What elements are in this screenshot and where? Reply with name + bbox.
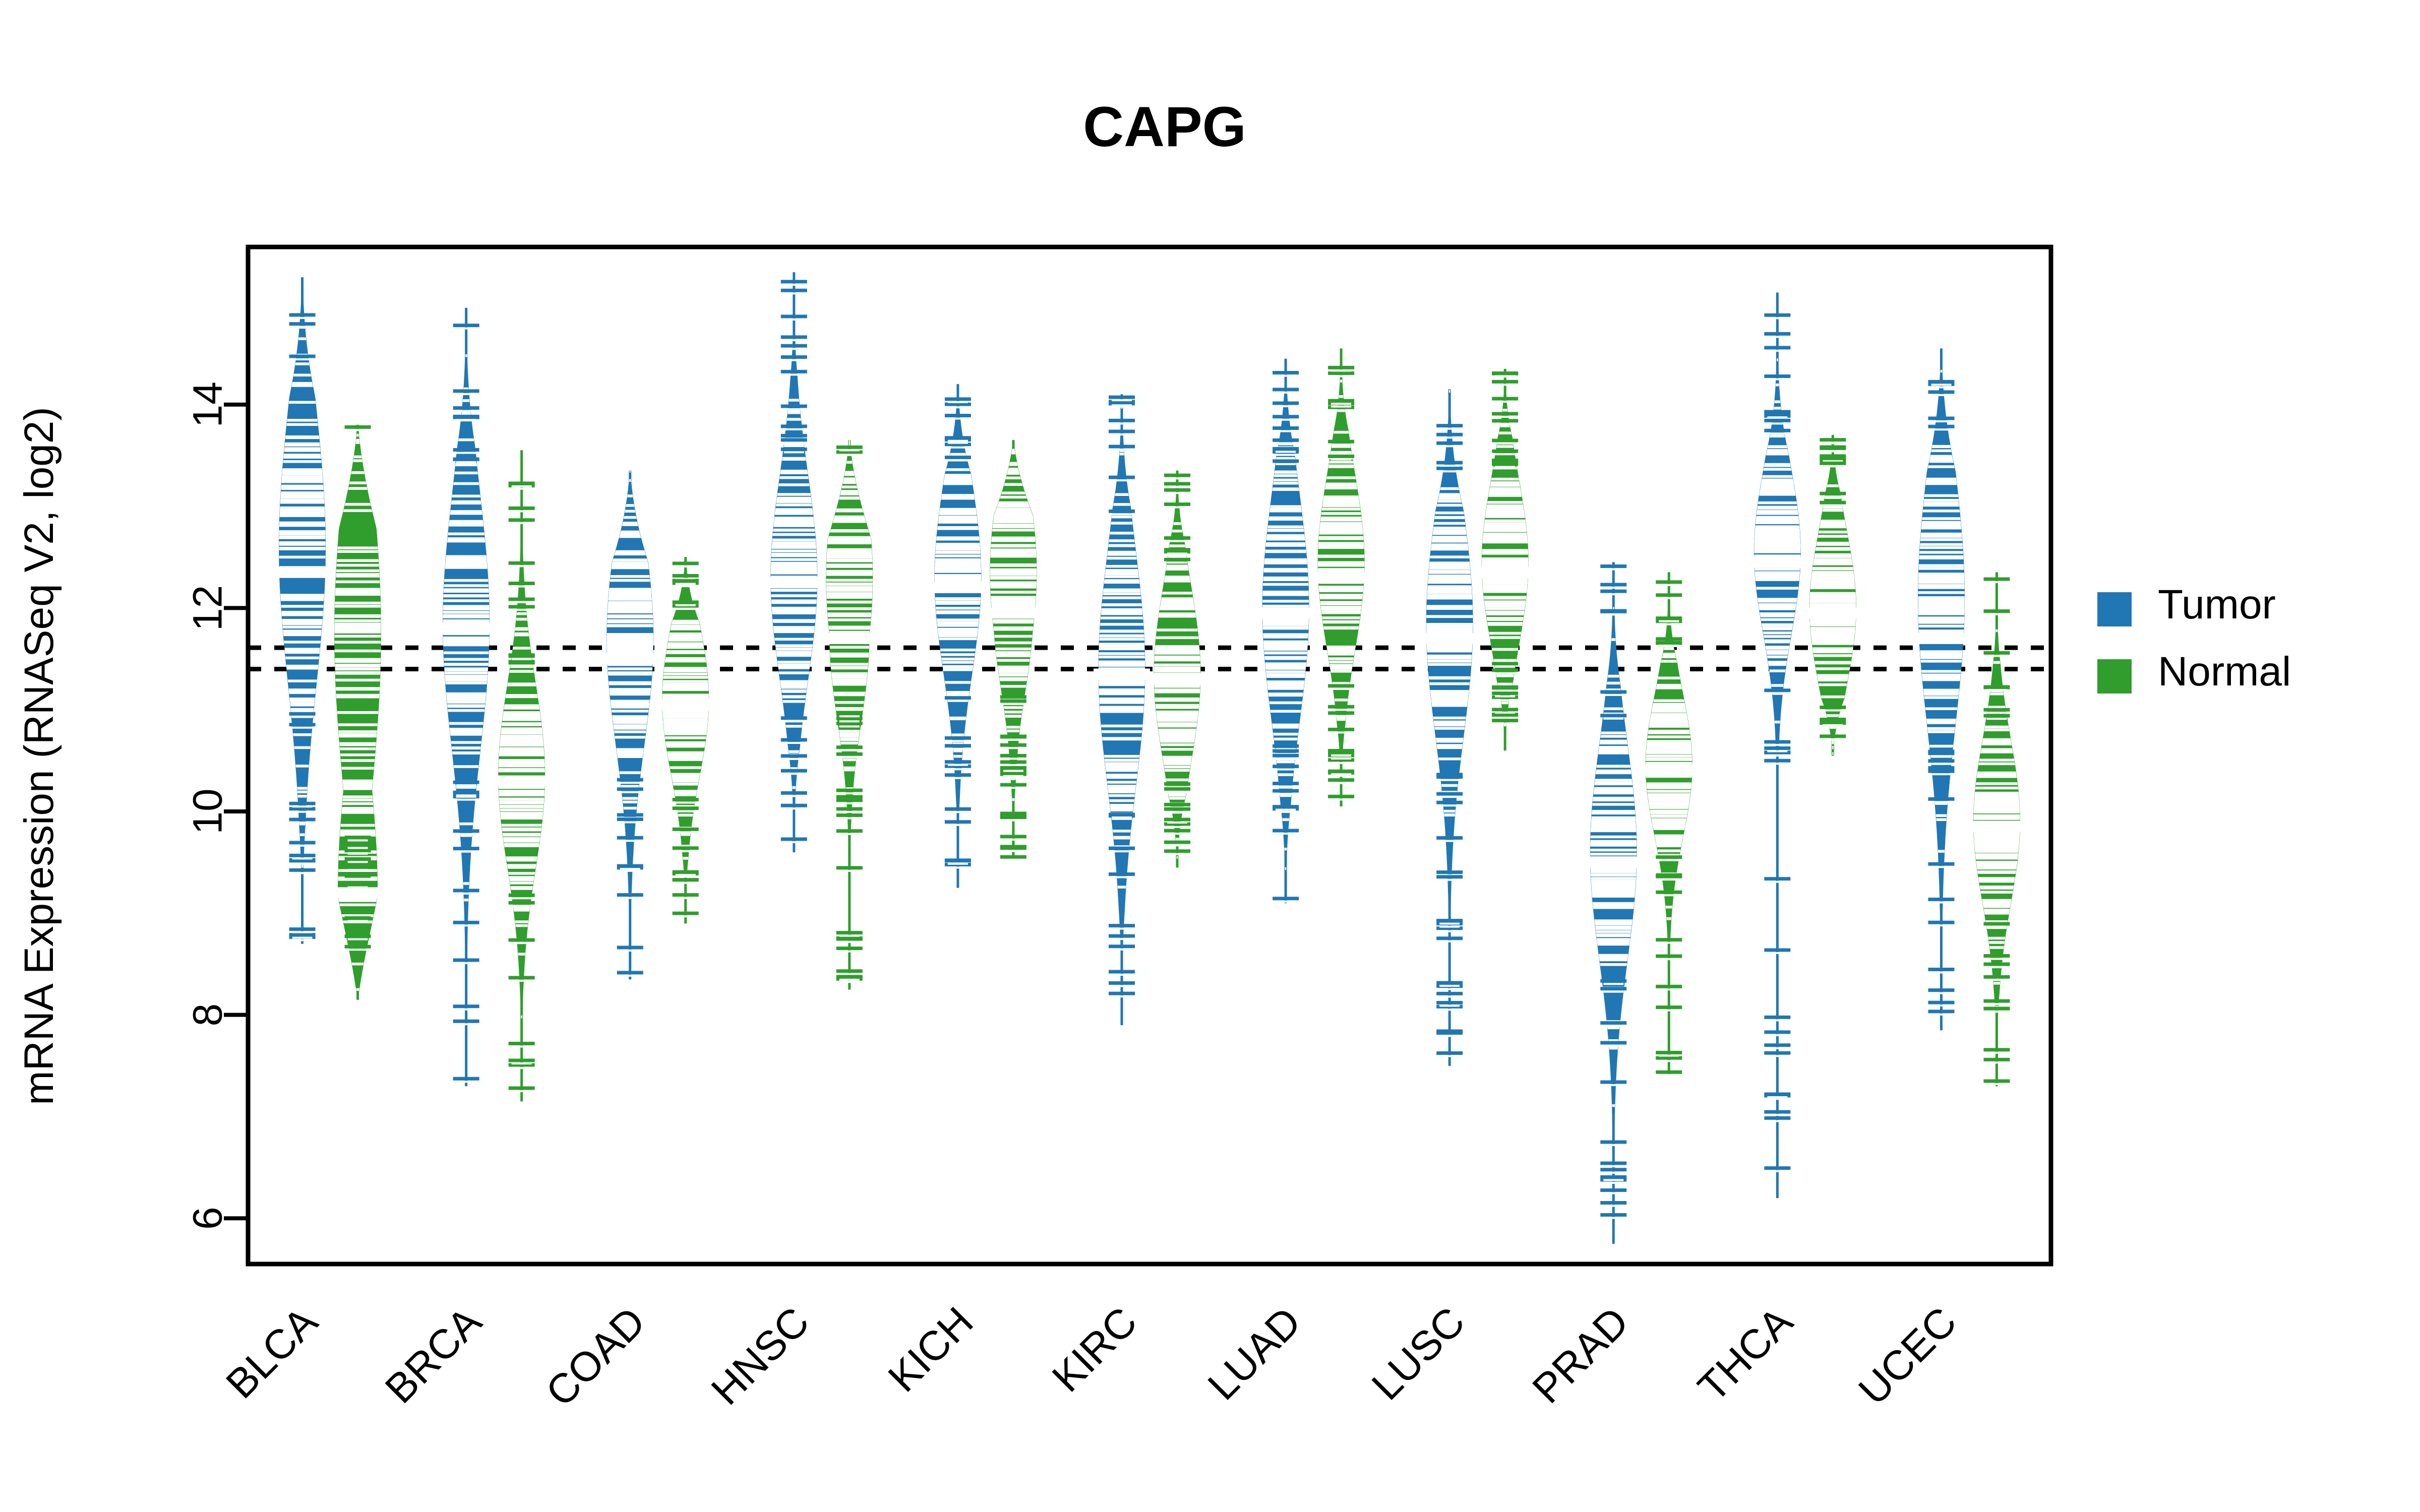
- beanplot-chart: CAPG mRNA Expression (RNASeq V2, log2) 6…: [0, 0, 2420, 1512]
- chart-root: CAPG mRNA Expression (RNASeq V2, log2) 6…: [0, 0, 2420, 1512]
- y-tick-label: 6: [185, 1207, 231, 1230]
- legend-swatch-normal: [2097, 659, 2132, 694]
- y-tick-label: 10: [185, 788, 231, 834]
- y-tick-label: 12: [185, 585, 231, 631]
- page-title: CAPG: [1083, 95, 1246, 158]
- legend-label-normal: Normal: [2158, 649, 2291, 695]
- y-tick-label: 8: [185, 1003, 231, 1027]
- y-tick-label: 14: [185, 382, 231, 427]
- legend-swatch-tumor: [2097, 592, 2132, 626]
- y-axis-label: mRNA Expression (RNASeq V2, log2): [16, 407, 62, 1105]
- legend-label-tumor: Tumor: [2158, 582, 2276, 627]
